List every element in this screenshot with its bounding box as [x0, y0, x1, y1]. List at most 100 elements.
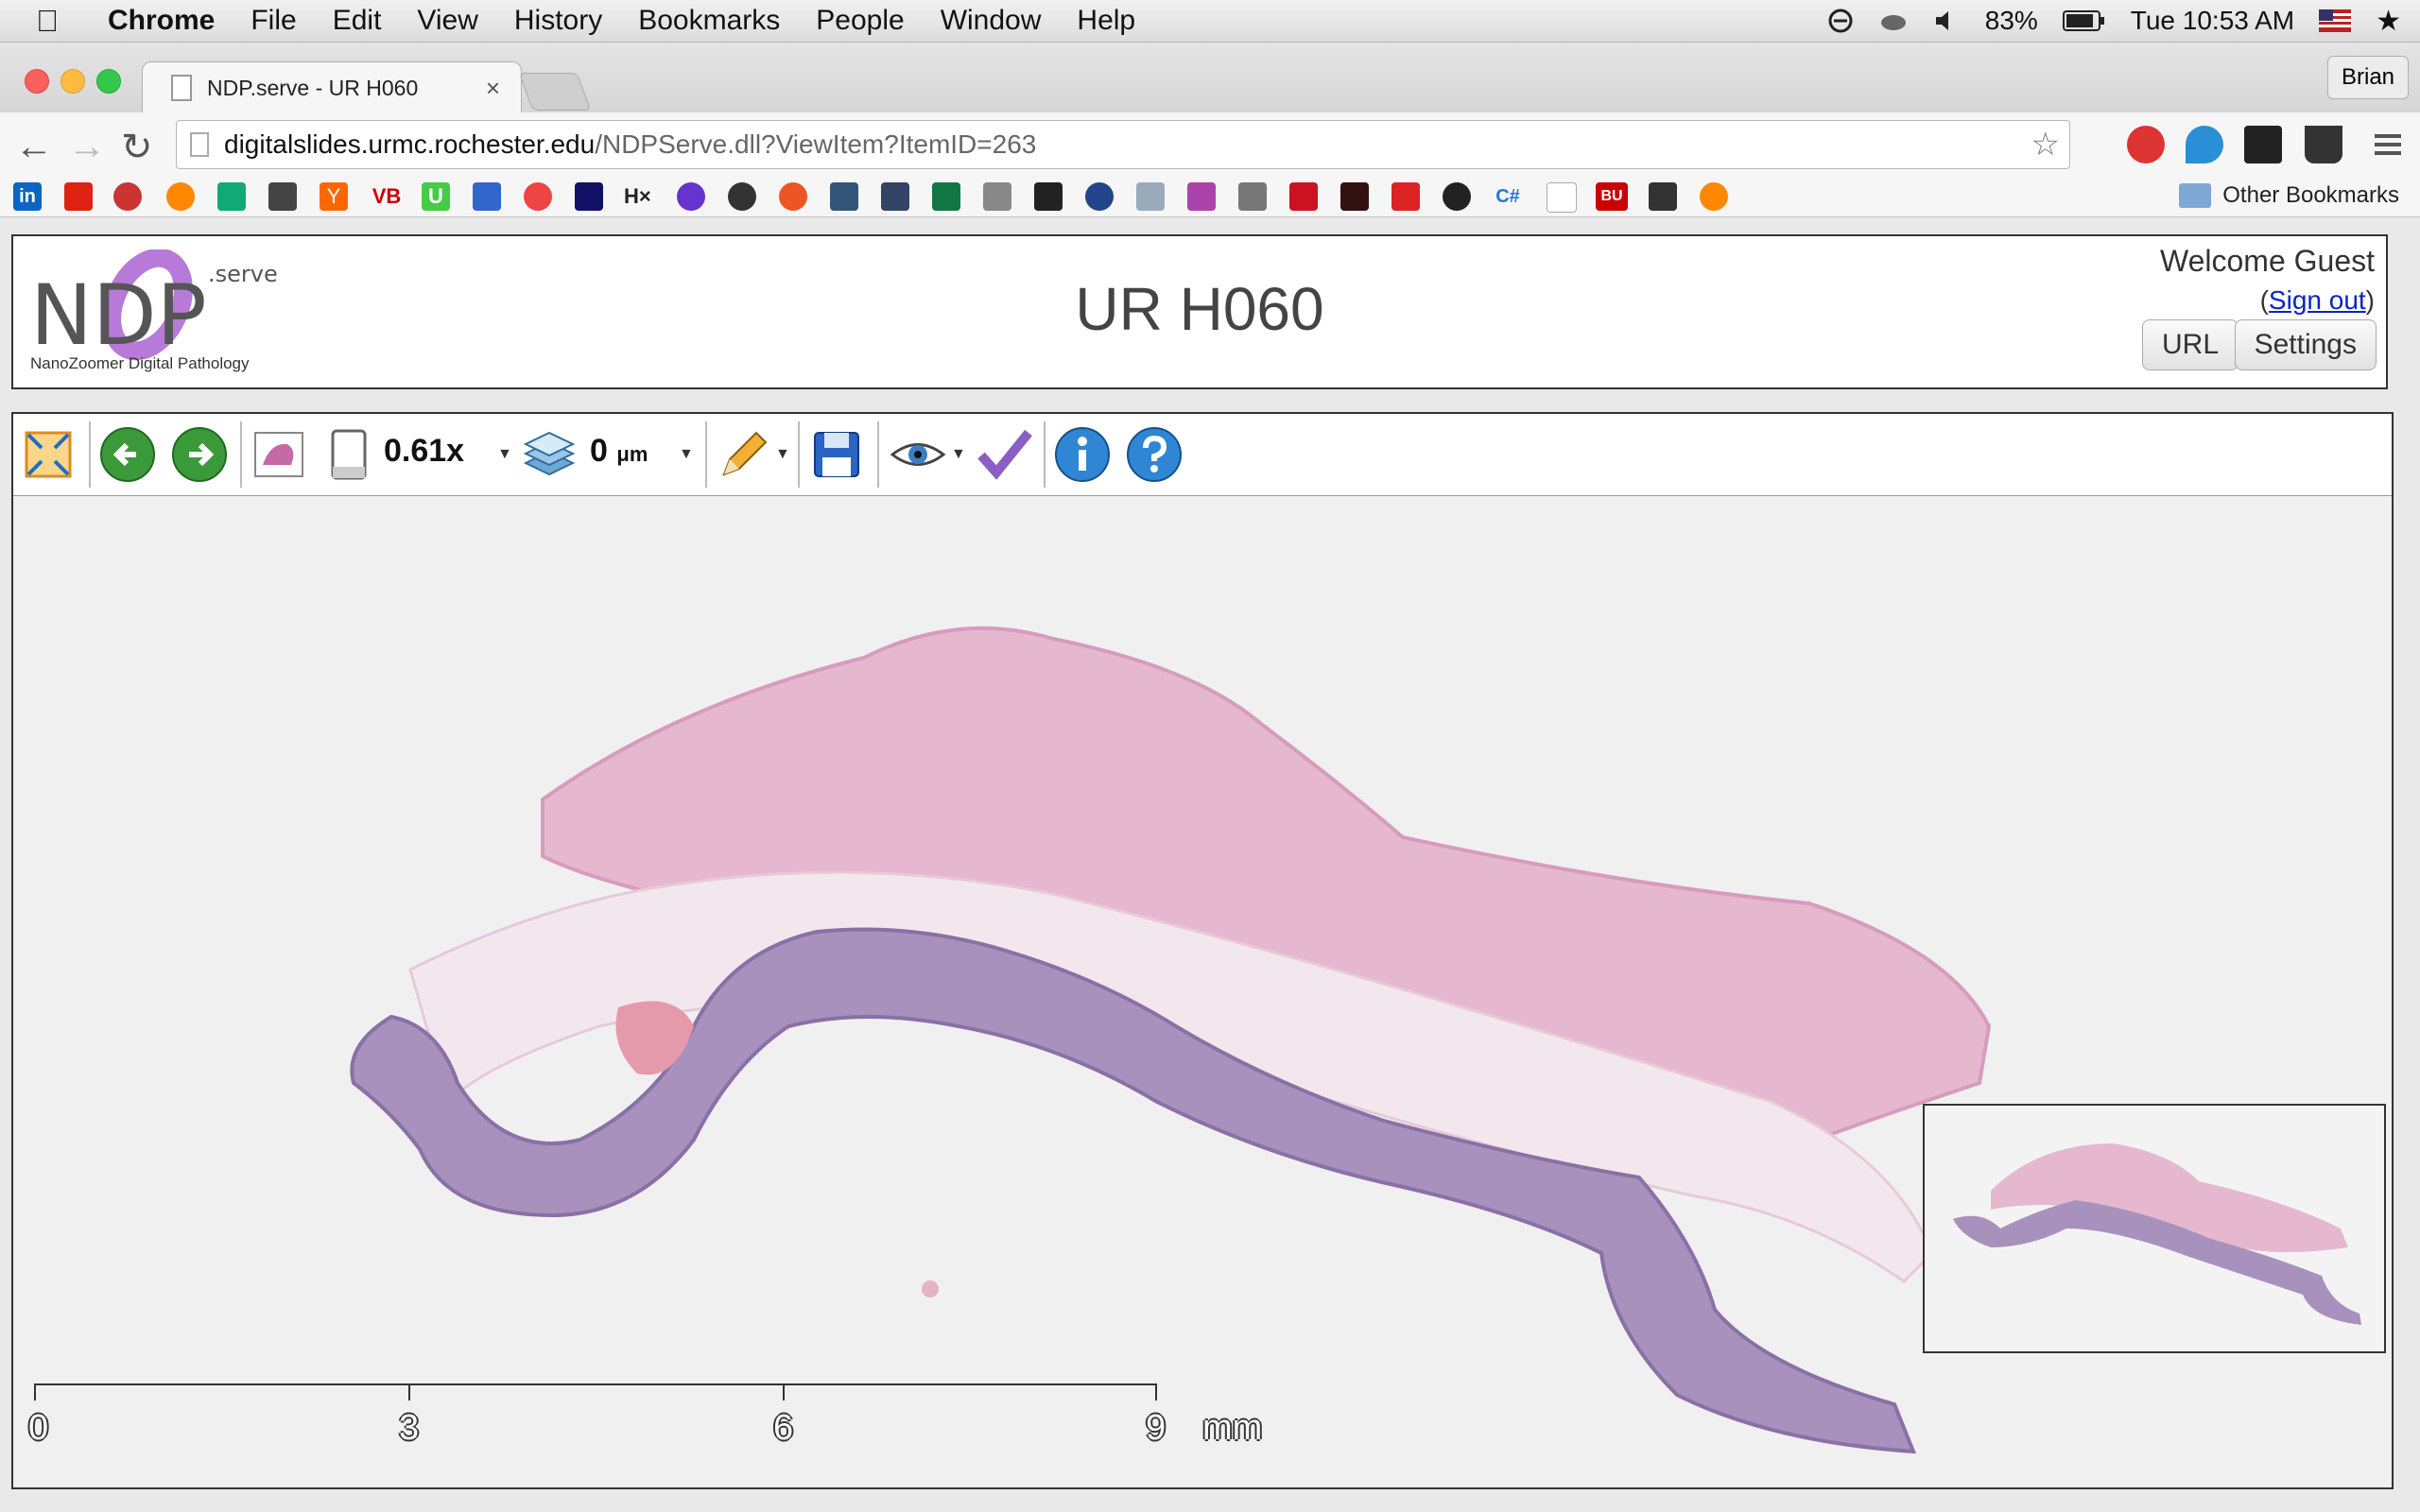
bookmark-it-icon[interactable]	[1392, 182, 1420, 211]
focus-layers-icon[interactable]	[520, 425, 579, 484]
bookmark-g-icon[interactable]	[166, 182, 195, 211]
horse-extension-icon[interactable]	[2244, 126, 2282, 163]
bookmark-stripes-icon[interactable]	[983, 182, 1011, 211]
menu-app-name[interactable]: Chrome	[108, 5, 215, 37]
help-icon[interactable]	[1125, 425, 1184, 484]
slide-thumbnail-icon[interactable]	[250, 425, 308, 484]
do-not-disturb-icon[interactable]	[1826, 7, 1855, 35]
url-path: /NDPServe.dll?ViewItem?ItemID=263	[595, 129, 1037, 159]
bookmark-barchart-icon[interactable]	[1289, 182, 1318, 211]
fit-to-screen-icon[interactable]	[19, 425, 78, 484]
menu-file[interactable]: File	[251, 5, 296, 37]
view-eye-icon[interactable]	[889, 425, 947, 484]
heart-extension-icon[interactable]	[2186, 126, 2223, 163]
menu-edit[interactable]: Edit	[333, 5, 382, 37]
bookmark-dots-icon[interactable]	[677, 182, 705, 211]
browser-tab-active[interactable]: NDP.serve - UR H060 ×	[142, 61, 522, 113]
settings-button[interactable]: Settings	[2234, 319, 2377, 370]
us-flag-input-icon[interactable]	[2319, 9, 2352, 32]
menubar-clock[interactable]: Tue 10:53 AM	[2131, 6, 2294, 36]
chrome-menu-icon[interactable]	[2369, 126, 2407, 163]
bookmark-molecule-icon[interactable]	[1136, 182, 1165, 211]
slide-overview-minimap[interactable]	[1923, 1104, 2386, 1353]
bookmarks-bar: in Y VB U H× C# BU Other Bookmarks	[0, 177, 2420, 217]
menu-people[interactable]: People	[816, 5, 904, 37]
slide-viewer[interactable]: 0.61x ▼ 0 μm ▼ ▼ ▼ 0 3 6 9 mm	[11, 412, 2394, 1489]
bookmark-pinwheel-icon[interactable]	[524, 182, 552, 211]
bookmark-face-icon[interactable]	[1443, 182, 1471, 211]
bookmark-bu-icon[interactable]: BU	[1596, 182, 1628, 211]
save-floppy-icon[interactable]	[807, 425, 866, 484]
url-button[interactable]: URL	[2141, 319, 2238, 370]
slide-label-icon[interactable]	[320, 425, 378, 484]
window-minimize-button[interactable]	[60, 69, 85, 94]
bookmark-ycombinator-icon[interactable]: Y	[320, 182, 348, 211]
address-bar[interactable]: digitalslides.urmc.rochester.edu/NDPServ…	[176, 120, 2070, 169]
battery-icon[interactable]	[2062, 9, 2106, 33]
bookmark-page-icon[interactable]	[1547, 182, 1577, 213]
forward-arrow-icon[interactable]: →	[68, 126, 106, 168]
bookmark-news-icon[interactable]	[268, 182, 297, 211]
back-arrow-icon[interactable]: ←	[15, 126, 53, 168]
menu-view[interactable]: View	[417, 5, 477, 37]
bookmark-csharp-icon[interactable]: C#	[1494, 182, 1522, 211]
notification-star-icon[interactable]: ★	[2376, 5, 2401, 38]
signout-wrapper: (Sign out)	[2260, 285, 2375, 316]
profile-button[interactable]: Brian	[2327, 56, 2409, 99]
forward-view-icon[interactable]	[170, 425, 229, 484]
back-view-icon[interactable]	[98, 425, 157, 484]
bookmark-film-icon[interactable]	[1340, 182, 1369, 211]
tab-close-icon[interactable]: ×	[486, 74, 500, 103]
apple-menu-icon[interactable]: 	[36, 4, 74, 39]
bookmark-chart-icon[interactable]	[932, 182, 960, 211]
window-zoom-button[interactable]	[96, 69, 121, 94]
zoom-value[interactable]: 0.61x	[384, 433, 464, 470]
other-bookmarks-folder[interactable]: Other Bookmarks	[2179, 182, 2399, 209]
bookmark-red-icon[interactable]	[64, 182, 93, 211]
bookmark-m-icon[interactable]	[217, 182, 246, 211]
annotate-dropdown-caret-icon[interactable]: ▼	[775, 446, 790, 463]
menu-window[interactable]: Window	[941, 5, 1042, 37]
sign-out-link[interactable]: Sign out	[2269, 285, 2366, 315]
focus-depth-value[interactable]: 0 μm	[590, 433, 648, 470]
view-dropdown-caret-icon[interactable]: ▼	[951, 446, 966, 463]
bookmark-star-icon[interactable]: ☆	[2031, 126, 2060, 163]
bookmark-bank-icon[interactable]	[113, 182, 142, 211]
bookmark-network-icon[interactable]	[1085, 182, 1114, 211]
zoom-dropdown-caret-icon[interactable]: ▼	[497, 446, 512, 463]
menu-bookmarks[interactable]: Bookmarks	[638, 5, 780, 37]
bookmark-h-icon[interactable]	[881, 182, 909, 211]
bookmark-feather-icon[interactable]	[1187, 182, 1216, 211]
bookmark-plus-icon[interactable]	[473, 182, 501, 211]
window-close-button[interactable]	[25, 69, 49, 94]
page-info-icon[interactable]	[190, 132, 209, 157]
bookmark-tomato-icon[interactable]	[779, 182, 807, 211]
menu-history[interactable]: History	[514, 5, 602, 37]
welcome-text: Welcome Guest	[2159, 244, 2375, 278]
checkmark-icon[interactable]	[976, 425, 1034, 484]
menu-help[interactable]: Help	[1077, 5, 1135, 37]
new-tab-button[interactable]	[518, 73, 592, 111]
reload-icon[interactable]: ↻	[121, 126, 153, 169]
bookmark-database-icon[interactable]	[830, 182, 858, 211]
cloud-sync-icon[interactable]	[1879, 7, 1908, 35]
bookmark-lines-icon[interactable]	[1238, 182, 1267, 211]
toolbar-separator	[798, 421, 800, 488]
bookmark-apppress-icon[interactable]	[728, 182, 756, 211]
bookmark-u-icon[interactable]: U	[422, 182, 450, 211]
bookmark-bowtie-icon[interactable]	[1034, 182, 1063, 211]
bookmark-hx-icon[interactable]: H×	[624, 182, 664, 211]
minimap-thumbnail	[1953, 1143, 2361, 1325]
annotate-pencil-icon[interactable]	[715, 425, 773, 484]
bookmark-grid-icon[interactable]	[575, 182, 603, 211]
bookmark-vb-icon[interactable]: VB	[369, 182, 405, 211]
info-icon[interactable]	[1053, 425, 1112, 484]
scale-unit: mm	[1202, 1408, 1263, 1448]
bookmark-hexagon-icon[interactable]	[1700, 182, 1728, 211]
focus-dropdown-caret-icon[interactable]: ▼	[679, 446, 694, 463]
adblock-extension-icon[interactable]	[2127, 126, 2165, 163]
volume-icon[interactable]	[1932, 7, 1961, 35]
bookmark-linkedin-icon[interactable]: in	[13, 182, 42, 211]
bookmark-cross-icon[interactable]	[1649, 182, 1677, 211]
pocket-extension-icon[interactable]	[2305, 126, 2342, 163]
